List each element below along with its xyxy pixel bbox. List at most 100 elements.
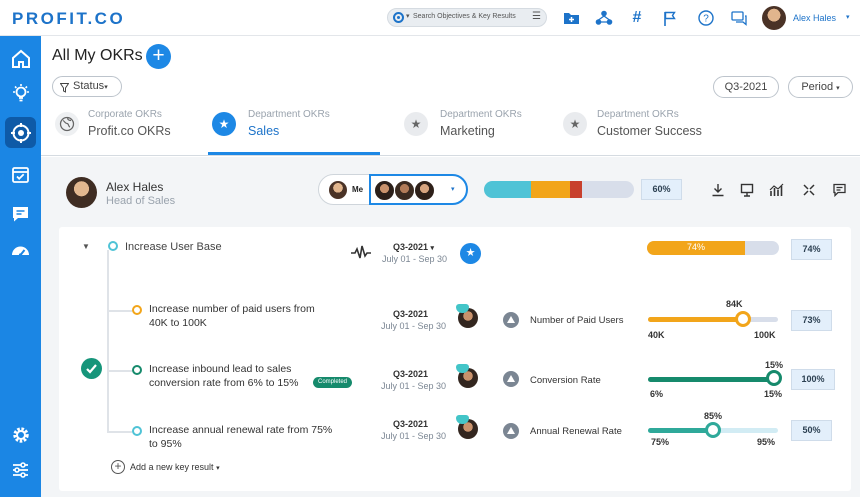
chat-icon[interactable] bbox=[728, 7, 750, 29]
current-value: 85% bbox=[704, 411, 723, 421]
team-avatar bbox=[374, 180, 395, 201]
hashtag-icon[interactable]: # bbox=[626, 7, 648, 29]
tab-customer-success[interactable]: ★ Department OKRs Customer Success bbox=[563, 100, 743, 156]
tab-label: Sales bbox=[248, 124, 280, 138]
feedback-icon[interactable] bbox=[5, 198, 36, 229]
help-icon[interactable]: ? bbox=[695, 7, 717, 29]
key-result-owner-avatar[interactable] bbox=[456, 415, 480, 441]
folder-icon[interactable] bbox=[560, 7, 582, 29]
tab-label: Customer Success bbox=[597, 124, 702, 138]
key-result-owner-avatar[interactable] bbox=[456, 364, 480, 390]
key-result-owner-avatar[interactable] bbox=[456, 304, 480, 330]
search-bar[interactable]: ▾ Search Objectives & Key Results ☰ bbox=[387, 8, 547, 27]
tab-corporate-okrs[interactable]: Corporate OKRs Profit.co OKRs bbox=[55, 100, 205, 156]
download-icon[interactable] bbox=[708, 180, 728, 200]
key-result-percent: 50% bbox=[791, 420, 832, 441]
tab-marketing[interactable]: ★ Department OKRs Marketing bbox=[404, 100, 554, 156]
owner-name: Alex Hales bbox=[106, 180, 164, 194]
owner-avatar bbox=[66, 177, 97, 208]
okr-target-icon[interactable] bbox=[5, 117, 36, 148]
dashboard-gauge-icon[interactable] bbox=[5, 235, 36, 266]
objective-title[interactable]: Increase User Base bbox=[125, 241, 222, 253]
key-result-fill bbox=[648, 377, 774, 382]
chevron-down-icon: ▾ bbox=[430, 245, 435, 252]
target-value: 95% bbox=[757, 437, 776, 447]
target-value: 100K bbox=[754, 330, 776, 340]
metric-label: Conversion Rate bbox=[530, 375, 601, 386]
target-value: 15% bbox=[764, 389, 783, 399]
chevron-down-icon: ▾ bbox=[836, 85, 840, 92]
team-selector[interactable]: ▾ bbox=[369, 174, 468, 205]
calendar-check-icon[interactable] bbox=[5, 159, 36, 190]
key-result-percent: 73% bbox=[791, 310, 832, 331]
chart-icon[interactable] bbox=[766, 180, 786, 200]
me-label[interactable]: Me bbox=[352, 185, 363, 194]
key-result-quarter[interactable]: Q3-2021 bbox=[393, 369, 428, 379]
quarter-selector[interactable]: Q3-2021 bbox=[713, 76, 779, 98]
progress-slider-handle[interactable] bbox=[766, 370, 782, 386]
user-name[interactable]: Alex Hales bbox=[793, 13, 836, 23]
tab-label: Marketing bbox=[440, 124, 495, 138]
current-value: 15% bbox=[765, 360, 784, 370]
okr-tabs: Corporate OKRs Profit.co OKRs ★ Departme… bbox=[41, 100, 860, 156]
tab-sub-label: Corporate OKRs bbox=[88, 109, 162, 120]
progress-slider-handle[interactable] bbox=[735, 311, 751, 327]
star-icon[interactable]: ★ bbox=[460, 243, 481, 264]
app-logo: PROFIT.CO bbox=[12, 9, 126, 28]
key-result-title[interactable]: Increase inbound lead to sales conversio… bbox=[149, 362, 314, 390]
metric-icon bbox=[503, 423, 519, 439]
chevron-down-icon[interactable]: ▾ bbox=[451, 185, 455, 193]
pulse-icon[interactable] bbox=[350, 242, 372, 264]
flag-icon[interactable] bbox=[659, 7, 681, 29]
add-key-result-text: Add a new key result bbox=[130, 462, 214, 472]
key-result-title[interactable]: Increase number of paid users from 40K t… bbox=[149, 302, 334, 330]
team-avatar bbox=[414, 180, 435, 201]
org-chart-icon[interactable] bbox=[593, 7, 615, 29]
summary-progress-bar bbox=[484, 181, 634, 198]
chevron-down-icon: ▾ bbox=[216, 465, 220, 472]
lightbulb-icon[interactable] bbox=[5, 77, 36, 108]
filter-icon[interactable]: ☰ bbox=[532, 11, 541, 22]
key-result-quarter[interactable]: Q3-2021 bbox=[393, 309, 428, 319]
search-placeholder: Search Objectives & Key Results bbox=[413, 13, 516, 20]
add-key-result-label: Add a new key result ▾ bbox=[130, 462, 220, 472]
add-okr-button[interactable]: + bbox=[146, 44, 171, 69]
tab-sales[interactable]: ★ Department OKRs Sales bbox=[212, 100, 377, 156]
sliders-icon[interactable] bbox=[5, 454, 36, 485]
presentation-icon[interactable] bbox=[737, 180, 757, 200]
objective-date-range: July 01 - Sep 30 bbox=[382, 254, 448, 264]
active-tab-indicator bbox=[208, 152, 380, 155]
key-result-title[interactable]: Increase annual renewal rate from 75% to… bbox=[149, 423, 334, 451]
key-result-node-dot bbox=[132, 365, 142, 375]
owner-role: Head of Sales bbox=[106, 195, 176, 207]
settings-gear-icon[interactable] bbox=[5, 419, 36, 450]
comments-icon[interactable] bbox=[829, 180, 849, 200]
objective-quarter[interactable]: Q3-2021 ▾ bbox=[393, 242, 434, 252]
people-selector[interactable]: Me ▾ bbox=[318, 174, 468, 205]
period-selector[interactable]: Period ▾ bbox=[788, 76, 853, 98]
page-title: All My OKRs bbox=[52, 47, 143, 64]
key-result-quarter[interactable]: Q3-2021 bbox=[393, 419, 428, 429]
my-avatar[interactable] bbox=[329, 181, 347, 199]
metric-label: Number of Paid Users bbox=[530, 315, 624, 326]
status-filter-button[interactable]: Status▾ bbox=[52, 76, 122, 97]
home-icon[interactable] bbox=[5, 43, 36, 74]
objective-percent: 74% bbox=[791, 239, 832, 260]
objective-progress-bar: 74% bbox=[647, 241, 779, 255]
progress-slider-handle[interactable] bbox=[705, 422, 721, 438]
tab-sub-label: Department OKRs bbox=[597, 109, 679, 120]
top-bar: PROFIT.CO ▾ Search Objectives & Key Resu… bbox=[0, 0, 860, 36]
key-result-date-range: July 01 - Sep 30 bbox=[381, 381, 447, 391]
tree-connector bbox=[107, 431, 132, 433]
tree-connector bbox=[107, 250, 109, 432]
team-avatar bbox=[394, 180, 415, 201]
current-value: 84K bbox=[726, 299, 743, 309]
summary-segment bbox=[531, 181, 570, 198]
funnel-icon bbox=[59, 81, 70, 100]
key-result-date-range: July 01 - Sep 30 bbox=[381, 321, 447, 331]
chevron-down-icon[interactable]: ▾ bbox=[846, 13, 850, 21]
user-avatar[interactable] bbox=[762, 6, 786, 30]
collapse-icon[interactable] bbox=[799, 180, 819, 200]
collapse-caret-icon[interactable]: ▼ bbox=[82, 242, 90, 251]
objective-progress-label: 74% bbox=[686, 242, 705, 252]
